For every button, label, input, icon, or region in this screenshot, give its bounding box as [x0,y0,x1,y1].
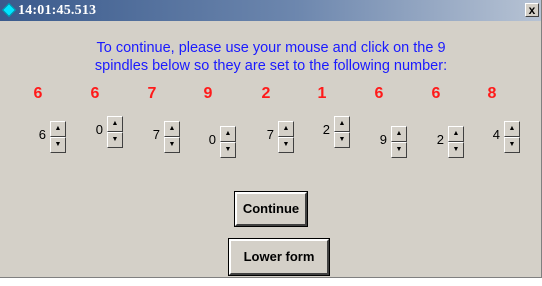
spin-down-button[interactable]: ▼ [164,137,180,153]
spin-down-button[interactable]: ▼ [50,137,66,153]
target-digit-6: 1 [317,85,327,102]
spindle-5: 7 ▲ ▼ [250,121,294,153]
lower-form-button[interactable]: Lower form [228,238,330,276]
spin-down-button[interactable]: ▼ [391,142,407,158]
spin-control: ▲ ▼ [107,116,123,148]
instruction-line-2: spindles below so they are set to the fo… [94,58,448,74]
spin-control: ▲ ▼ [220,126,236,158]
spindle-value: 0 [95,122,103,137]
spin-up-button[interactable]: ▲ [50,121,66,137]
spin-up-button[interactable]: ▲ [391,126,407,142]
spindle-value: 9 [379,132,387,147]
spindle-7: 9 ▲ ▼ [363,126,407,158]
spin-down-button[interactable]: ▼ [278,137,294,153]
target-digit-7: 6 [374,85,384,102]
spin-control: ▲ ▼ [50,121,66,153]
spindle-value: 2 [322,122,330,137]
window-title: 14:01:45.513 [18,3,97,18]
target-digit-5: 2 [261,85,271,102]
spin-up-button[interactable]: ▲ [220,126,236,142]
spin-control: ▲ ▼ [504,121,520,153]
target-digit-9: 8 [487,85,497,102]
continue-button[interactable]: Continue [234,191,308,227]
spin-up-button[interactable]: ▲ [448,126,464,142]
spin-up-button[interactable]: ▲ [334,116,350,132]
target-digit-2: 6 [90,85,100,102]
spin-control: ▲ ▼ [391,126,407,158]
instruction-line-1: To continue, please use your mouse and c… [96,40,446,56]
spin-control: ▲ ▼ [278,121,294,153]
title-bar[interactable]: 14:01:45.513 x [0,0,541,21]
spin-up-button[interactable]: ▲ [164,121,180,137]
spin-down-button[interactable]: ▼ [220,142,236,158]
spin-down-button[interactable]: ▼ [504,137,520,153]
spin-up-button[interactable]: ▲ [504,121,520,137]
spindle-value: 4 [492,127,500,142]
spindle-9: 4 ▲ ▼ [476,121,520,153]
close-button[interactable]: x [525,3,539,17]
target-digit-1: 6 [33,85,43,102]
spin-up-button[interactable]: ▲ [107,116,123,132]
spin-control: ▲ ▼ [448,126,464,158]
spindle-2: 0 ▲ ▼ [79,116,123,148]
spindle-8: 2 ▲ ▼ [420,126,464,158]
spindle-6: 2 ▲ ▼ [306,116,350,148]
spindle-3: 7 ▲ ▼ [136,121,180,153]
spin-control: ▲ ▼ [164,121,180,153]
spindle-4: 0 ▲ ▼ [192,126,236,158]
target-digit-4: 9 [203,85,213,102]
spindle-value: 0 [208,132,216,147]
spindle-value: 6 [38,127,46,142]
spin-up-button[interactable]: ▲ [278,121,294,137]
spin-down-button[interactable]: ▼ [107,132,123,148]
spindle-value: 7 [266,127,274,142]
diamond-icon [1,2,17,18]
spin-control: ▲ ▼ [334,116,350,148]
spin-down-button[interactable]: ▼ [448,142,464,158]
spindle-value: 2 [436,132,444,147]
target-digit-8: 6 [431,85,441,102]
target-digit-3: 7 [147,85,157,102]
spindle-dialog: 14:01:45.513 x To continue, please use y… [0,0,542,278]
spin-down-button[interactable]: ▼ [334,132,350,148]
spindle-1: 6 ▲ ▼ [22,121,66,153]
spindle-value: 7 [152,127,160,142]
